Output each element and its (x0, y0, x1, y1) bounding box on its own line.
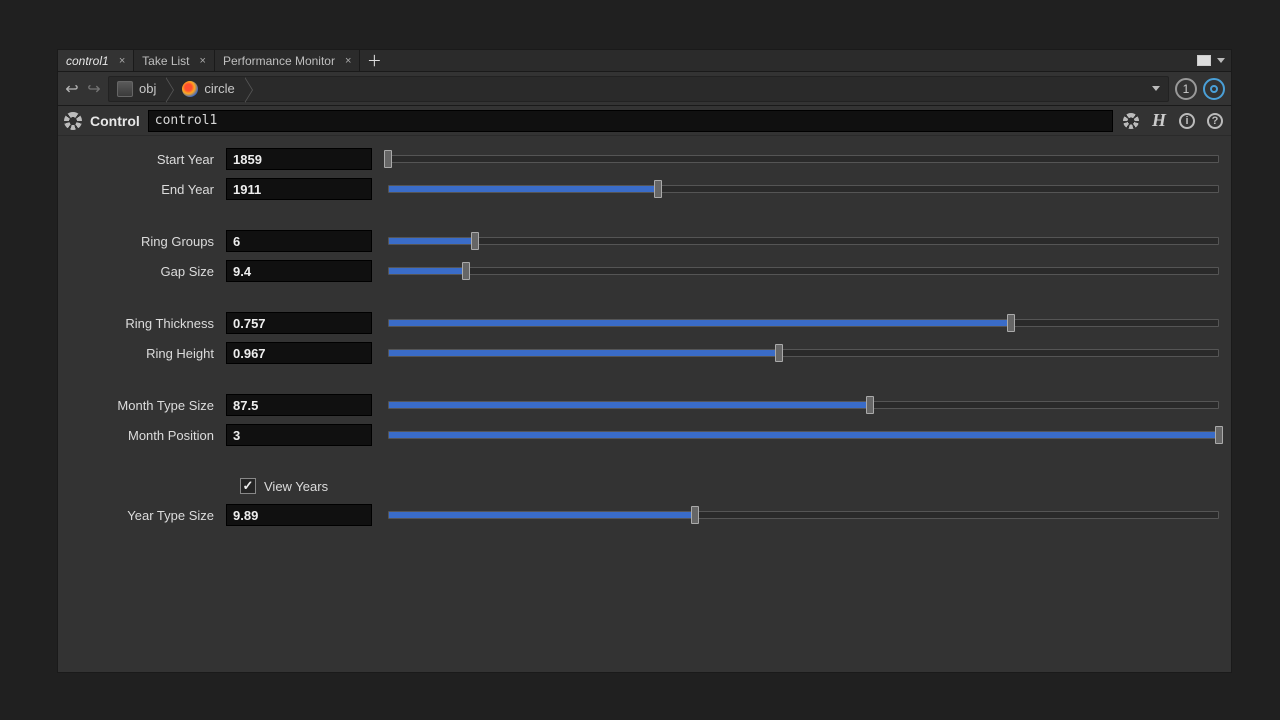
param-label: Ring Groups (66, 234, 226, 249)
crumb-label: obj (139, 81, 156, 96)
param-value-input[interactable] (226, 394, 372, 416)
nav-back-button[interactable]: ↩ (64, 81, 80, 97)
param-value-input[interactable] (226, 178, 372, 200)
param-slider[interactable] (388, 230, 1219, 252)
param-slider[interactable] (388, 394, 1219, 416)
tab-control1[interactable]: control1 × (58, 50, 134, 71)
param-slider[interactable] (388, 312, 1219, 334)
param-year-type-size: Year Type Size (66, 500, 1223, 530)
param-label: Ring Height (66, 346, 226, 361)
toolbar: ↩ ↪ obj circle 1 (58, 72, 1231, 106)
follow-selection-icon[interactable] (1203, 78, 1225, 100)
param-label: Start Year (66, 152, 226, 167)
param-value-input[interactable] (226, 230, 372, 252)
param-view-years: View Years (66, 472, 1223, 500)
param-slider[interactable] (388, 178, 1219, 200)
path-breadcrumb[interactable]: obj circle (108, 76, 1169, 102)
pane-menu-icon[interactable] (1217, 58, 1225, 63)
param-ring-height: Ring Height (66, 338, 1223, 368)
help-icon[interactable]: ? (1205, 111, 1225, 131)
param-gap-size: Gap Size (66, 256, 1223, 286)
param-value-input[interactable] (226, 260, 372, 282)
tab-label: Performance Monitor (223, 54, 335, 68)
houdini-help-icon[interactable]: H (1149, 111, 1169, 131)
param-label: Month Position (66, 428, 226, 443)
param-month-type-size: Month Type Size (66, 390, 1223, 420)
tab-take-list[interactable]: Take List × (134, 50, 215, 71)
param-slider[interactable] (388, 260, 1219, 282)
parameters-pane: control1 × Take List × Performance Monit… (57, 49, 1232, 673)
view-years-checkbox[interactable] (240, 478, 256, 494)
param-label: Gap Size (66, 264, 226, 279)
close-icon[interactable]: × (345, 55, 351, 67)
crumb-label: circle (204, 81, 234, 96)
param-value-input[interactable] (226, 504, 372, 526)
param-value-input[interactable] (226, 342, 372, 364)
param-ring-thickness: Ring Thickness (66, 308, 1223, 338)
tab-performance-monitor[interactable]: Performance Monitor × (215, 50, 360, 71)
param-slider[interactable] (388, 504, 1219, 526)
param-start-year: Start Year (66, 144, 1223, 174)
maximize-pane-icon[interactable] (1197, 55, 1211, 66)
param-label: End Year (66, 182, 226, 197)
param-slider[interactable] (388, 342, 1219, 364)
node-type-icon (182, 81, 198, 97)
tab-strip: control1 × Take List × Performance Monit… (58, 50, 1231, 72)
node-header: Control H i ? (58, 106, 1231, 136)
param-label: Month Type Size (66, 398, 226, 413)
param-slider[interactable] (388, 424, 1219, 446)
param-value-input[interactable] (226, 148, 372, 170)
checkbox-label: View Years (264, 479, 328, 494)
close-icon[interactable]: × (200, 55, 206, 67)
info-icon[interactable]: i (1177, 111, 1197, 131)
param-end-year: End Year (66, 174, 1223, 204)
add-tab-button[interactable]: ＋ (360, 50, 388, 71)
tab-label: control1 (66, 54, 109, 68)
nav-forward-button[interactable]: ↪ (86, 81, 102, 97)
pin-count-value: 1 (1183, 82, 1190, 96)
params-list: Start Year End Year Ring Groups Gap Size (58, 136, 1231, 538)
tab-label: Take List (142, 54, 189, 68)
pin-count-badge[interactable]: 1 (1175, 78, 1197, 100)
param-ring-groups: Ring Groups (66, 226, 1223, 256)
param-value-input[interactable] (226, 312, 372, 334)
node-type-label: Control (90, 113, 140, 129)
crumb-circle[interactable]: circle (166, 77, 244, 101)
param-month-position: Month Position (66, 420, 1223, 450)
close-icon[interactable]: × (119, 55, 125, 67)
node-name-input[interactable] (148, 110, 1113, 132)
param-label: Ring Thickness (66, 316, 226, 331)
network-icon (117, 81, 133, 97)
gear-menu-icon[interactable] (1121, 111, 1141, 131)
crumb-obj[interactable]: obj (109, 77, 166, 101)
param-value-input[interactable] (226, 424, 372, 446)
gear-icon[interactable] (64, 112, 82, 130)
param-label: Year Type Size (66, 508, 226, 523)
param-slider[interactable] (388, 148, 1219, 170)
path-history-icon[interactable] (1152, 86, 1160, 91)
